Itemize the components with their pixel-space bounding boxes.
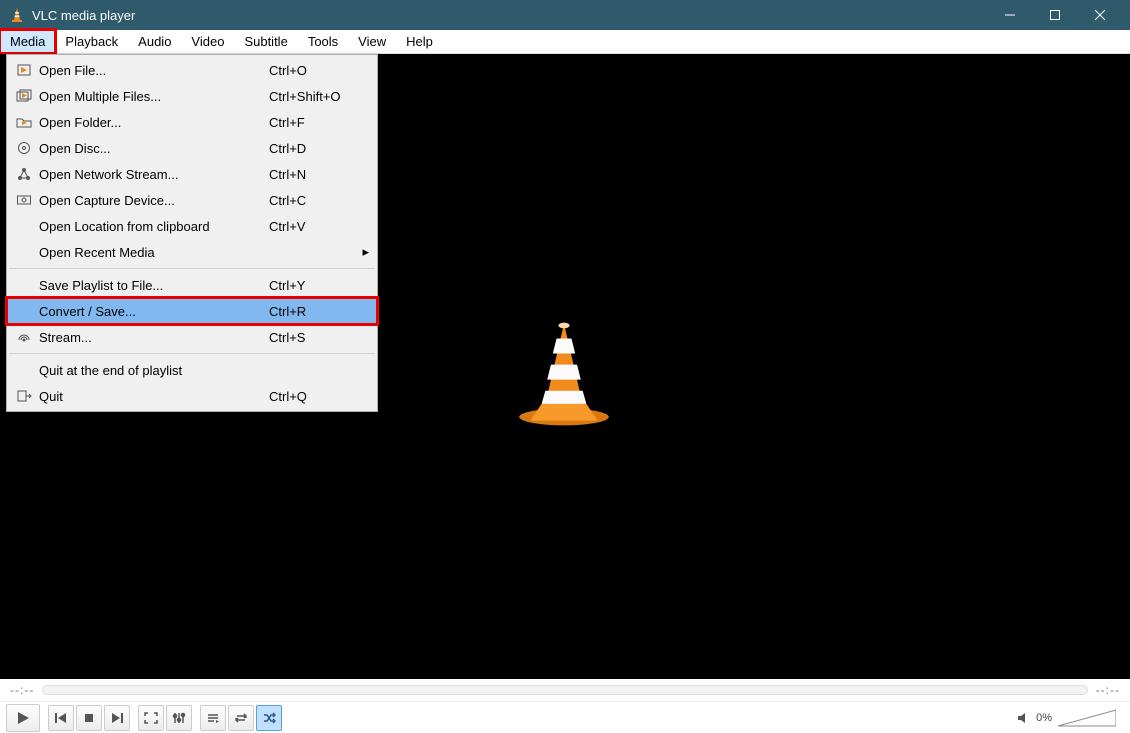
menubar: MediaPlaybackAudioVideoSubtitleToolsView… [0,30,1130,54]
controls-bar: 0% [0,701,1130,733]
menu-item-shortcut: Ctrl+Q [269,389,359,404]
menu-item-shortcut: Ctrl+V [269,219,359,234]
time-elapsed: --:-- [10,683,34,697]
blank-icon [13,302,35,320]
blank-icon [13,217,35,235]
stop-button[interactable] [76,705,102,731]
menu-item-open-file[interactable]: Open File...Ctrl+O [7,57,377,83]
menu-item-save-playlist-to-file[interactable]: Save Playlist to File...Ctrl+Y [7,272,377,298]
play-button[interactable] [6,704,40,732]
menu-item-label: Convert / Save... [35,304,269,319]
menu-item-label: Open Network Stream... [35,167,269,182]
speaker-icon[interactable] [1016,711,1030,725]
stream-icon [13,328,35,346]
playlist-group [200,705,282,731]
files-icon [13,87,35,105]
menu-tools[interactable]: Tools [298,30,348,53]
menu-item-stream[interactable]: Stream...Ctrl+S [7,324,377,350]
menu-item-open-recent-media[interactable]: Open Recent Media ▸ [7,239,377,265]
menu-item-quit-at-the-end-of-playlist[interactable]: Quit at the end of playlist [7,357,377,383]
next-button[interactable] [104,705,130,731]
menu-item-open-location-from-clipboard[interactable]: Open Location from clipboardCtrl+V [7,213,377,239]
loop-button[interactable] [228,705,254,731]
menu-item-shortcut: Ctrl+N [269,167,359,182]
vlc-logo-icon [508,318,620,430]
menu-item-label: Save Playlist to File... [35,278,269,293]
menu-item-open-multiple-files[interactable]: Open Multiple Files...Ctrl+Shift+O [7,83,377,109]
seek-bar-row: --:-- --:-- [0,679,1130,701]
menu-item-label: Open Recent Media [35,245,269,260]
menu-item-shortcut: Ctrl+Shift+O [269,89,359,104]
volume-percent: 0% [1036,712,1052,724]
menu-item-quit[interactable]: QuitCtrl+Q [7,383,377,409]
time-remaining: --:-- [1096,683,1120,697]
menu-separator [9,353,375,354]
blank-icon [13,361,35,379]
maximize-button[interactable] [1032,0,1077,30]
window-title: VLC media player [32,8,987,23]
menu-playback[interactable]: Playback [55,30,128,53]
menu-item-shortcut: Ctrl+Y [269,278,359,293]
disc-icon [13,139,35,157]
close-button[interactable] [1077,0,1122,30]
menu-item-label: Open Location from clipboard [35,219,269,234]
menu-item-open-capture-device[interactable]: Open Capture Device...Ctrl+C [7,187,377,213]
menu-subtitle[interactable]: Subtitle [234,30,297,53]
playlist-button[interactable] [200,705,226,731]
capture-icon [13,191,35,209]
menu-video[interactable]: Video [181,30,234,53]
menu-item-open-disc[interactable]: Open Disc...Ctrl+D [7,135,377,161]
menu-view[interactable]: View [348,30,396,53]
previous-button[interactable] [48,705,74,731]
view-group [138,705,192,731]
blank-icon [13,276,35,294]
network-icon [13,165,35,183]
submenu-arrow-icon: ▸ [359,244,369,260]
menu-item-label: Open Capture Device... [35,193,269,208]
menu-media[interactable]: Media [0,30,55,53]
menu-item-label: Open File... [35,63,269,78]
quit-icon [13,387,35,405]
shuffle-button[interactable] [256,705,282,731]
menu-item-label: Stream... [35,330,269,345]
menu-item-shortcut: Ctrl+S [269,330,359,345]
menu-audio[interactable]: Audio [128,30,181,53]
menu-item-shortcut: Ctrl+O [269,63,359,78]
menu-item-open-network-stream[interactable]: Open Network Stream...Ctrl+N [7,161,377,187]
extended-settings-button[interactable] [166,705,192,731]
folder-icon [13,113,35,131]
menu-item-label: Open Disc... [35,141,269,156]
menu-item-shortcut: Ctrl+C [269,193,359,208]
menu-item-label: Open Folder... [35,115,269,130]
menu-item-label: Quit [35,389,269,404]
menu-item-shortcut: Ctrl+F [269,115,359,130]
menu-item-open-folder[interactable]: Open Folder...Ctrl+F [7,109,377,135]
blank-icon [13,243,35,261]
titlebar: VLC media player [0,0,1130,30]
volume-slider[interactable] [1058,708,1116,728]
fullscreen-button[interactable] [138,705,164,731]
menu-item-label: Quit at the end of playlist [35,363,269,378]
vlc-cone-icon [8,6,26,24]
volume-control: 0% [1016,708,1124,728]
file-icon [13,61,35,79]
menu-item-shortcut: Ctrl+D [269,141,359,156]
seek-slider[interactable] [42,685,1087,695]
menu-item-convert-save[interactable]: Convert / Save...Ctrl+R [7,298,377,324]
minimize-button[interactable] [987,0,1032,30]
menu-separator [9,268,375,269]
menu-item-shortcut: Ctrl+R [269,304,359,319]
menu-help[interactable]: Help [396,30,443,53]
menu-item-label: Open Multiple Files... [35,89,269,104]
media-menu-dropdown: Open File...Ctrl+OOpen Multiple Files...… [6,54,378,412]
nav-group [48,705,130,731]
